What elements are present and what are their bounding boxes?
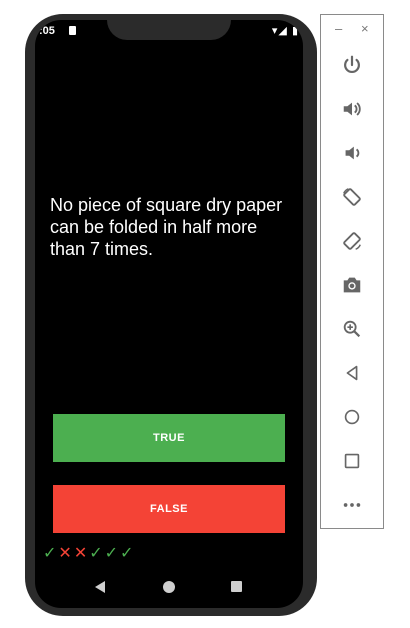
home-button[interactable] xyxy=(334,403,370,431)
rotate-left-button[interactable] xyxy=(334,183,370,211)
correct-check-icon: ✓ xyxy=(104,545,119,562)
more-icon xyxy=(343,503,361,507)
power-button[interactable] xyxy=(334,51,370,79)
minimize-button[interactable]: – xyxy=(335,21,342,36)
true-button[interactable]: TRUE xyxy=(53,414,285,462)
false-button[interactable]: FALSE xyxy=(53,485,285,533)
correct-check-icon: ✓ xyxy=(120,545,134,562)
status-time: :05 xyxy=(39,25,55,37)
sim-card-icon xyxy=(69,26,76,35)
screenshot-button[interactable] xyxy=(334,271,370,299)
emulator-side-panel: – × xyxy=(320,14,384,529)
camera-icon xyxy=(343,277,361,293)
rotate-right-button[interactable] xyxy=(334,227,370,255)
nav-home-icon[interactable] xyxy=(163,581,175,593)
volume-up-icon xyxy=(343,102,361,116)
overview-button[interactable] xyxy=(334,447,370,475)
nav-back-icon[interactable] xyxy=(95,581,105,593)
overview-icon xyxy=(344,453,360,469)
home-icon xyxy=(344,409,360,425)
close-button[interactable]: × xyxy=(361,21,369,36)
back-icon xyxy=(346,365,358,381)
volume-down-button[interactable] xyxy=(334,139,370,167)
score-tracker: ✓ ✕ ✕ ✓ ✓ ✓ xyxy=(43,543,134,562)
question-text: No piece of square dry paper can be fold… xyxy=(50,195,283,259)
zoom-icon xyxy=(343,320,361,338)
wrong-cross-icon: ✕ xyxy=(58,545,72,562)
power-icon xyxy=(344,55,360,74)
nav-recents-icon[interactable] xyxy=(231,581,242,592)
rotate-left-icon xyxy=(343,188,361,206)
status-bar: :05 ▾◢ ▮ xyxy=(35,23,303,39)
correct-check-icon: ✓ xyxy=(43,545,57,562)
more-button[interactable] xyxy=(334,491,370,519)
signal-battery-icons: ▾◢ ▮ xyxy=(271,25,299,37)
navigation-bar xyxy=(35,572,303,600)
device-screen: :05 ▾◢ ▮ No piece of square dry paper ca… xyxy=(35,20,303,608)
zoom-button[interactable] xyxy=(334,315,370,343)
wrong-cross-icon: ✕ xyxy=(73,545,88,562)
volume-down-icon xyxy=(345,146,360,160)
panel-window-controls: – × xyxy=(321,21,383,41)
volume-up-button[interactable] xyxy=(334,95,370,123)
correct-check-icon: ✓ xyxy=(89,545,103,562)
rotate-right-icon xyxy=(343,232,361,250)
back-button[interactable] xyxy=(334,359,370,387)
